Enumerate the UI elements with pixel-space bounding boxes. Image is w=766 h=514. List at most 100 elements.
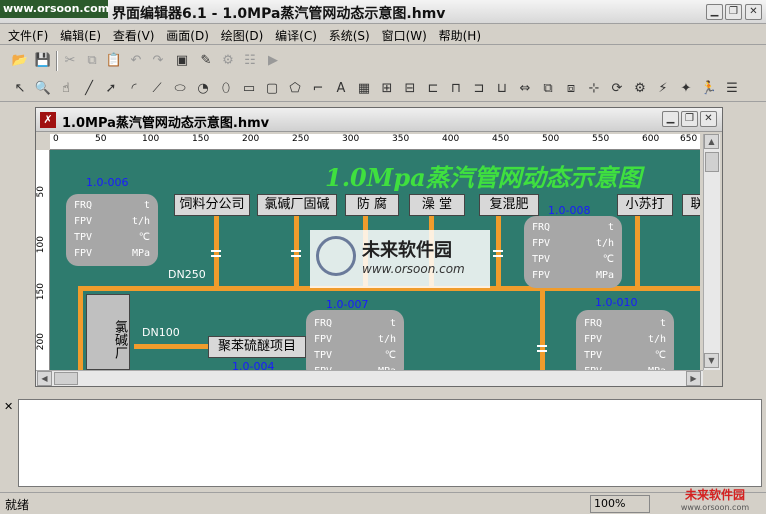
branch-pipe[interactable] [540,290,545,370]
ellipse-icon[interactable]: ⬭ [170,79,190,99]
polyline-icon[interactable]: ⟋ [147,79,167,99]
settings-icon[interactable]: ⚙ [218,51,238,71]
edit-mode-icon[interactable]: ✎ [196,51,216,71]
image-icon[interactable]: ▦ [354,79,374,99]
run-figure-icon[interactable]: 🏃 [699,79,719,99]
output-close-icon[interactable]: ✕ [4,400,13,413]
grid-icon[interactable]: ⊹ [584,79,604,99]
consumer-button[interactable]: 澡 堂 [409,194,465,216]
valve-symbol[interactable] [493,255,503,257]
doc-maximize-button[interactable]: ❐ [681,111,698,127]
zoom-level: 100% [590,495,650,513]
line-icon[interactable]: ╱ [79,79,99,99]
scroll-down-icon[interactable]: ▼ [704,353,719,368]
group-icon[interactable]: ⊞ [377,79,397,99]
bottom-watermark-title: 未来软件园 [684,488,745,502]
diagram-heading[interactable]: 1.0Mpa蒸汽管网动态示意图 [325,158,642,193]
pipe-icon[interactable]: ⌐ [308,79,328,99]
paste-icon[interactable]: 📋 [104,51,124,71]
menu-help[interactable]: 帮助(H) [439,25,481,44]
ungroup-icon[interactable]: ⊟ [400,79,420,99]
drawing-canvas[interactable]: 1.0Mpa蒸汽管网动态示意图 饲料分公司 氯碱厂固碱 防 腐 澡 堂 复混肥 … [50,150,700,370]
consumer-button[interactable]: 防 腐 [345,194,399,216]
menu-compile[interactable]: 编译(C) [275,25,317,44]
undo-icon[interactable]: ↶ [126,51,146,71]
valve-symbol[interactable] [211,255,221,257]
rectangle-icon[interactable]: ▭ [239,79,259,99]
scroll-thumb[interactable] [705,152,719,172]
meter-bubble[interactable]: FRQt FPVt/h TPV℃ FPVMPa [576,310,674,370]
screen-icon[interactable]: ▣ [172,51,192,71]
consumer-button[interactable]: 复混肥 [479,194,539,216]
maximize-button[interactable]: ❐ [725,4,742,20]
consumer-button[interactable]: 小苏打 [617,194,673,216]
dn100-branch-pipe[interactable] [134,344,214,349]
minimize-button[interactable]: ▁ [706,4,723,20]
doc-minimize-button[interactable]: ▁ [662,111,679,127]
freeform-icon[interactable]: ⬯ [216,79,236,99]
run-icon[interactable]: ▶ [263,51,283,71]
align-top-icon[interactable]: ⊓ [446,79,466,99]
left-riser-pipe[interactable] [78,286,83,370]
menu-view[interactable]: 查看(V) [113,25,155,44]
wand-icon[interactable]: ✦ [676,79,696,99]
database-icon[interactable]: ☷ [240,51,260,71]
consumer-button[interactable]: 联 [682,194,700,216]
horizontal-scrollbar[interactable]: ◀ ▶ [36,370,703,386]
factory-block[interactable]: 氯碱厂 [86,294,130,370]
link-icon[interactable]: ⚡ [653,79,673,99]
rotate-icon[interactable]: ⟳ [607,79,627,99]
copy-icon[interactable]: ⧉ [82,51,102,71]
select-pointer-icon[interactable]: ↖ [10,79,30,99]
valve-symbol[interactable] [211,250,221,252]
menu-file[interactable]: 文件(F) [8,25,48,44]
scroll-thumb[interactable] [54,372,78,385]
consumer-button[interactable]: 氯碱厂固碱 [257,194,337,216]
align-left-icon[interactable]: ⊏ [423,79,443,99]
scroll-right-icon[interactable]: ▶ [686,371,701,386]
arrow-line-icon[interactable]: ➚ [101,79,121,99]
menu-system[interactable]: 系统(S) [329,25,370,44]
doc-close-button[interactable]: ✕ [700,111,717,127]
valve-symbol[interactable] [537,345,547,347]
polygon-icon[interactable]: ⬠ [285,79,305,99]
properties-icon[interactable]: ⚙ [630,79,650,99]
bring-front-icon[interactable]: ⧉ [538,79,558,99]
menu-draw[interactable]: 绘图(D) [221,25,264,44]
same-width-icon[interactable]: ⇔ [515,79,535,99]
pie-icon[interactable]: ◔ [193,79,213,99]
valve-symbol[interactable] [493,250,503,252]
project-button[interactable]: 聚苯硫醚项目 [208,336,306,358]
meter-unit: t/h [647,334,666,345]
valve-symbol[interactable] [291,255,301,257]
arc-icon[interactable]: ◜ [124,79,144,99]
cut-icon[interactable]: ✂ [60,51,80,71]
align-bottom-icon[interactable]: ⊔ [492,79,512,99]
meter-bubble[interactable]: FRQt FPVt/h TPV℃ FPVMPa [306,310,404,370]
status-text: 就绪 [5,498,30,512]
align-right-icon[interactable]: ⊐ [469,79,489,99]
round-rect-icon[interactable]: ▢ [262,79,282,99]
vertical-scrollbar[interactable]: ▲ ▼ [703,134,720,370]
valve-symbol[interactable] [537,350,547,352]
open-icon[interactable]: 📂 [10,51,30,71]
save-icon[interactable]: 💾 [33,51,53,71]
output-pane[interactable] [18,399,762,487]
menu-screen[interactable]: 画面(D) [166,25,209,44]
menu-edit[interactable]: 编辑(E) [60,25,101,44]
text-icon[interactable]: A [331,79,351,99]
meter-bubble[interactable]: FRQt FPVt/h TPV℃ FPVMPa [66,194,158,266]
hand-icon[interactable]: ☝ [56,79,76,99]
layers-icon[interactable]: ☰ [722,79,742,99]
zoom-icon[interactable]: 🔍 [33,79,53,99]
branch-pipe[interactable] [635,214,640,288]
valve-symbol[interactable] [291,250,301,252]
consumer-button[interactable]: 饲料分公司 [174,194,250,216]
meter-bubble[interactable]: FRQt FPVt/h TPV℃ FPVMPa [524,216,622,288]
close-button[interactable]: ✕ [745,4,762,20]
send-back-icon[interactable]: ⧈ [561,79,581,99]
menu-window[interactable]: 窗口(W) [382,25,427,44]
redo-icon[interactable]: ↷ [148,51,168,71]
scroll-up-icon[interactable]: ▲ [704,134,719,149]
scroll-left-icon[interactable]: ◀ [37,371,52,386]
